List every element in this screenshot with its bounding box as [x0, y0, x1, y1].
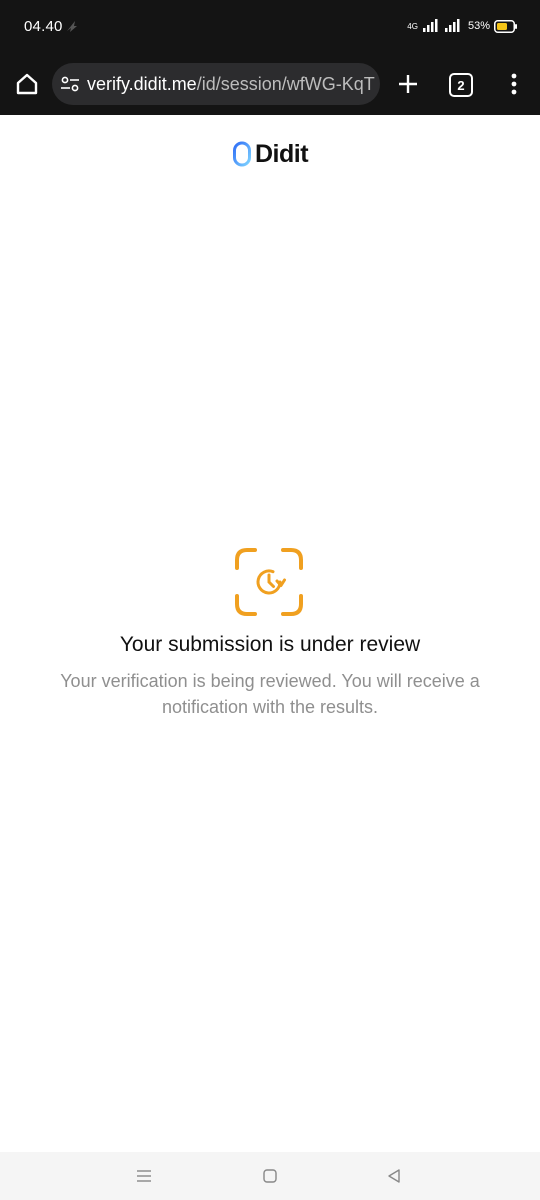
- recents-icon: [137, 1170, 151, 1182]
- didit-logo-mark: [233, 141, 251, 167]
- status-bar: 04.40 4G 53%: [0, 0, 540, 54]
- signal-icon: [422, 19, 440, 33]
- address-bar[interactable]: verify.didit.me/id/session/wfWG-KqT: [52, 63, 380, 105]
- more-vert-icon: [511, 73, 517, 95]
- tab-switcher-button[interactable]: 2: [449, 73, 473, 97]
- home-nav-button[interactable]: [260, 1166, 280, 1186]
- home-button[interactable]: [10, 67, 44, 101]
- review-pending-icon: [233, 546, 305, 618]
- more-menu-button[interactable]: [502, 68, 526, 100]
- logo-text: Didit: [255, 139, 309, 168]
- url-text[interactable]: verify.didit.me/id/session/wfWG-KqT: [87, 74, 377, 95]
- status-time: 04.40: [24, 18, 63, 35]
- new-tab-button[interactable]: [392, 68, 424, 100]
- recents-button[interactable]: [134, 1166, 154, 1186]
- review-title: Your submission is under review: [119, 633, 421, 656]
- home-square-icon: [263, 1169, 277, 1183]
- signal-icon-2: [444, 19, 462, 33]
- home-icon: [16, 73, 38, 95]
- page-content: Didit Your submission is under review Yo…: [0, 115, 540, 1152]
- back-nav-button[interactable]: [384, 1166, 404, 1186]
- didit-logo: Didit: [232, 139, 309, 169]
- system-nav-bar: [0, 1152, 540, 1200]
- notification-icon: [64, 18, 80, 34]
- browser-toolbar: verify.didit.me/id/session/wfWG-KqT 2: [0, 54, 540, 115]
- battery-percent: 53%: [467, 20, 490, 32]
- back-icon: [388, 1169, 400, 1183]
- url-host: verify.didit.me: [87, 74, 197, 94]
- url-path: /id/session/wfWG-KqT: [196, 74, 375, 94]
- review-message: Your verification is being reviewed. You…: [60, 671, 480, 717]
- battery-icon: [494, 19, 518, 33]
- status-indicators: 4G 53%: [407, 17, 518, 35]
- tune-icon[interactable]: [60, 74, 80, 94]
- plus-icon: [399, 75, 417, 93]
- network-type: 4G: [407, 21, 418, 31]
